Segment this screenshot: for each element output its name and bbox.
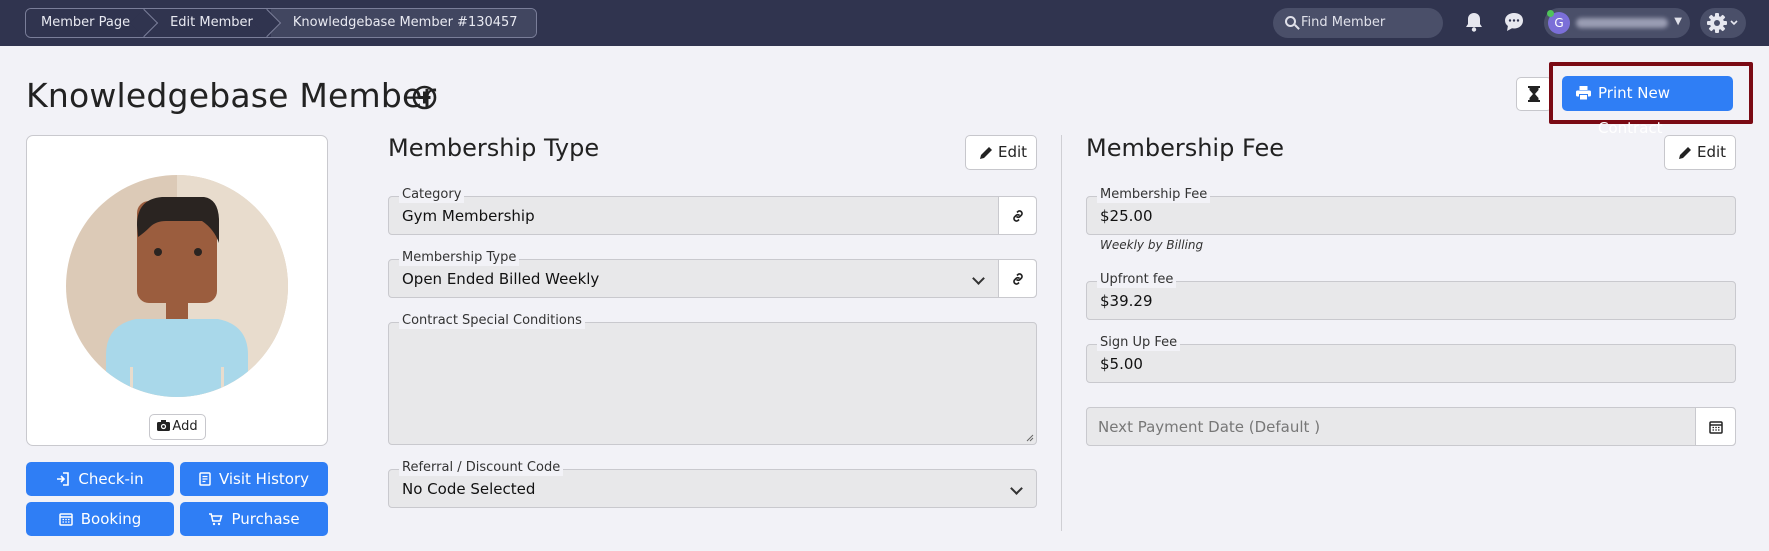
sign-up-fee-label: Sign Up Fee <box>1097 335 1181 351</box>
calendar-icon <box>1708 420 1723 434</box>
sign-up-fee-value: $5.00 <box>1100 355 1143 373</box>
breadcrumb: Member Page Edit Member Knowledgebase Me… <box>25 8 537 38</box>
membership-fee-field[interactable]: Membership Fee $25.00 <box>1086 187 1736 235</box>
document-icon <box>199 472 211 486</box>
contract-special-conditions-label: Contract Special Conditions <box>399 313 585 329</box>
resize-handle[interactable] <box>1026 434 1034 442</box>
edit-membership-fee-button[interactable]: Edit <box>1664 135 1736 170</box>
next-payment-date-placeholder: Next Payment Date (Default ) <box>1098 418 1321 436</box>
booking-label: Booking <box>80 510 142 528</box>
column-divider <box>1061 135 1062 531</box>
chevron-down-icon <box>1010 482 1023 495</box>
breadcrumb-current: Knowledgebase Member #130457 <box>270 9 536 37</box>
upfront-fee-value: $39.29 <box>1100 292 1153 310</box>
pencil-icon <box>1679 147 1691 159</box>
breadcrumb-member-page[interactable]: Member Page <box>26 9 149 37</box>
chevron-down-icon <box>972 272 985 285</box>
find-member-search[interactable]: Find Member <box>1273 8 1443 38</box>
print-new-contract-button[interactable]: Print New Contract <box>1562 76 1733 137</box>
upfront-fee-field[interactable]: Upfront fee $39.29 <box>1086 272 1736 320</box>
membership-type-heading: Membership Type <box>388 134 600 162</box>
print-new-contract-label: Print New Contract <box>1598 84 1670 137</box>
purchase-label: Purchase <box>231 510 300 528</box>
user-menu[interactable]: G ▼ <box>1544 8 1690 38</box>
referral-discount-code-value: No Code Selected <box>402 480 536 498</box>
edit-label: Edit <box>998 143 1028 161</box>
member-photo-card: Add <box>26 135 328 446</box>
edit-label: Edit <box>1697 143 1727 161</box>
user-name-blurred <box>1576 18 1668 28</box>
category-field[interactable]: Category Gym Membership <box>388 187 1037 235</box>
breadcrumb-edit-member[interactable]: Edit Member <box>148 9 271 37</box>
pencil-icon <box>980 147 992 159</box>
category-label: Category <box>399 187 465 203</box>
sign-in-icon <box>57 472 70 486</box>
online-status-dot <box>1547 10 1554 17</box>
date-picker-button[interactable] <box>1695 408 1735 445</box>
search-icon <box>1285 16 1296 27</box>
sign-up-fee-field[interactable]: Sign Up Fee $5.00 <box>1086 335 1736 383</box>
membership-type-value: Open Ended Billed Weekly <box>402 270 600 288</box>
check-in-button[interactable]: Check-in <box>26 462 174 496</box>
membership-type-label: Membership Type <box>399 250 520 266</box>
next-payment-date-field[interactable]: Next Payment Date (Default ) <box>1086 407 1736 446</box>
check-in-label: Check-in <box>78 470 144 488</box>
category-link-button[interactable] <box>998 197 1036 234</box>
calendar-icon <box>58 513 73 526</box>
plus-circle-icon[interactable] <box>412 85 437 110</box>
cart-icon <box>209 513 223 526</box>
hourglass-icon <box>1528 86 1540 102</box>
printer-icon <box>1576 86 1591 100</box>
chevron-down-icon: ▼ <box>1674 16 1682 27</box>
membership-type-link-button[interactable] <box>998 260 1036 297</box>
membership-fee-billing-hint: Weekly by Billing <box>1100 238 1204 252</box>
camera-icon <box>157 420 171 431</box>
visit-history-button[interactable]: Visit History <box>180 462 328 496</box>
page-title: Knowledgebase Member <box>26 76 437 115</box>
visit-history-label: Visit History <box>218 470 310 488</box>
gear-icon <box>1707 13 1738 33</box>
add-photo-button[interactable]: Add <box>149 414 206 440</box>
contract-special-conditions-textarea[interactable]: Contract Special Conditions <box>388 313 1037 445</box>
referral-discount-code-label: Referral / Discount Code <box>399 460 564 476</box>
membership-fee-heading: Membership Fee <box>1086 134 1284 162</box>
membership-fee-label: Membership Fee <box>1097 187 1211 203</box>
edit-membership-type-button[interactable]: Edit <box>965 135 1037 170</box>
booking-button[interactable]: Booking <box>26 502 174 536</box>
settings-menu[interactable] <box>1700 8 1746 38</box>
member-avatar-image <box>66 175 288 397</box>
bell-icon[interactable] <box>1463 11 1485 33</box>
category-value: Gym Membership <box>402 207 535 225</box>
referral-discount-code-select[interactable]: Referral / Discount Code No Code Selecte… <box>388 460 1037 508</box>
top-navbar: Member Page Edit Member Knowledgebase Me… <box>0 0 1769 46</box>
link-icon <box>1012 209 1023 222</box>
upfront-fee-label: Upfront fee <box>1097 272 1177 288</box>
purchase-button[interactable]: Purchase <box>180 502 328 536</box>
history-button[interactable] <box>1516 77 1552 111</box>
chat-icon[interactable] <box>1503 11 1525 33</box>
add-photo-label: Add <box>172 419 198 434</box>
link-icon <box>1012 272 1023 285</box>
find-member-placeholder: Find Member <box>1301 15 1386 30</box>
membership-fee-value: $25.00 <box>1100 207 1153 225</box>
membership-type-select[interactable]: Membership Type Open Ended Billed Weekly <box>388 250 1037 298</box>
